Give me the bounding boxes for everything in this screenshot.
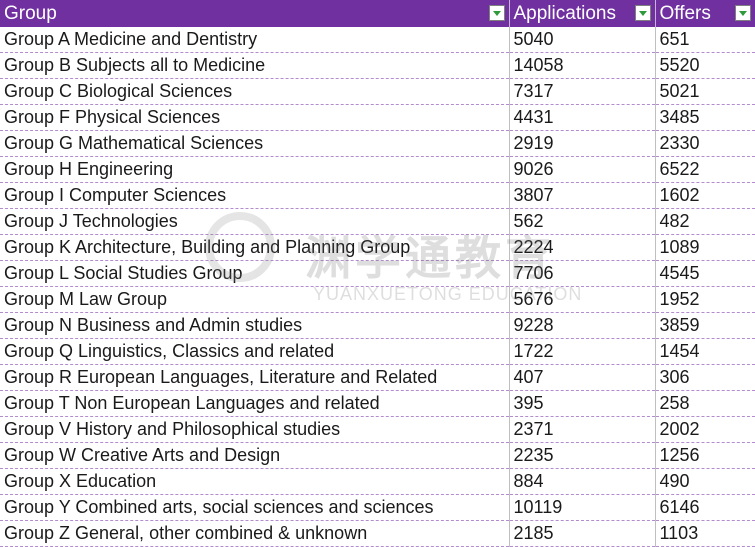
cell-applications[interactable]: 562 [509, 208, 656, 235]
cell-applications[interactable]: 2371 [509, 416, 656, 443]
cell-offers[interactable]: 3485 [655, 104, 755, 131]
cell-offers[interactable]: 2330 [655, 130, 755, 157]
cell-applications[interactable]: 1722 [509, 338, 656, 365]
table-row: Group X Education 884 490 [0, 468, 755, 495]
cell-applications[interactable]: 9228 [509, 312, 656, 339]
table-row: Group T Non European Languages and relat… [0, 390, 755, 417]
cell-group[interactable]: Group T Non European Languages and relat… [0, 390, 510, 417]
cell-group[interactable]: Group L Social Studies Group [0, 260, 510, 287]
table-row: Group Q Linguistics, Classics and relate… [0, 338, 755, 365]
cell-applications[interactable]: 5676 [509, 286, 656, 313]
table-row: Group L Social Studies Group 7706 4545 [0, 260, 755, 287]
filter-dropdown-icon[interactable] [634, 5, 651, 21]
cell-group[interactable]: Group J Technologies [0, 208, 510, 235]
table-row: Group K Architecture, Building and Plann… [0, 234, 755, 261]
cell-group[interactable]: Group X Education [0, 468, 510, 495]
cell-group[interactable]: Group N Business and Admin studies [0, 312, 510, 339]
cell-offers[interactable]: 1454 [655, 338, 755, 365]
cell-applications[interactable]: 2235 [509, 442, 656, 469]
filter-dropdown-icon[interactable] [735, 5, 751, 21]
column-header-offers[interactable]: Offers [655, 0, 755, 27]
table-row: Group C Biological Sciences 7317 5021 [0, 78, 755, 105]
table-row: Group B Subjects all to Medicine 14058 552… [0, 52, 755, 79]
data-table: Group Applications Offers Group A Medici… [0, 0, 755, 547]
cell-group[interactable]: Group A Medicine and Dentistry [0, 27, 510, 53]
table-row: Group A Medicine and Dentistry 5040 651 [0, 27, 755, 53]
cell-applications[interactable]: 407 [509, 364, 656, 391]
table-body: Group A Medicine and Dentistry 5040 651 Gro… [0, 27, 755, 547]
cell-offers[interactable]: 1103 [655, 520, 755, 547]
table-row: Group R European Languages, Literature a… [0, 364, 755, 391]
table-row: Group W Creative Arts and Design 2235 1256 [0, 442, 755, 469]
cell-applications[interactable]: 2224 [509, 234, 656, 261]
cell-offers[interactable]: 306 [655, 364, 755, 391]
cell-offers[interactable]: 3859 [655, 312, 755, 339]
cell-applications[interactable]: 395 [509, 390, 656, 417]
cell-offers[interactable]: 1256 [655, 442, 755, 469]
cell-applications[interactable]: 3807 [509, 182, 656, 209]
column-header-applications[interactable]: Applications [509, 0, 656, 27]
table-row: Group Z General, other combined & unknow… [0, 520, 755, 547]
cell-group[interactable]: Group V History and Philosophical studie… [0, 416, 510, 443]
table-row: Group J Technologies 562 482 [0, 208, 755, 235]
cell-group[interactable]: Group F Physical Sciences [0, 104, 510, 131]
cell-applications[interactable]: 7706 [509, 260, 656, 287]
cell-group[interactable]: Group K Architecture, Building and Plann… [0, 234, 510, 261]
cell-offers[interactable]: 651 [655, 27, 755, 53]
cell-offers[interactable]: 258 [655, 390, 755, 417]
cell-offers[interactable]: 5021 [655, 78, 755, 105]
cell-applications[interactable]: 7317 [509, 78, 656, 105]
column-header-group[interactable]: Group [0, 0, 510, 27]
cell-group[interactable]: Group H Engineering [0, 156, 510, 183]
cell-offers[interactable]: 1952 [655, 286, 755, 313]
cell-offers[interactable]: 482 [655, 208, 755, 235]
cell-group[interactable]: Group Z General, other combined & unknow… [0, 520, 510, 547]
table-row: Group G Mathematical Sciences 2919 2330 [0, 130, 755, 157]
cell-applications[interactable]: 5040 [509, 27, 656, 53]
cell-offers[interactable]: 4545 [655, 260, 755, 287]
column-header-label: Applications [513, 2, 616, 24]
cell-offers[interactable]: 1602 [655, 182, 755, 209]
cell-offers[interactable]: 5520 [655, 52, 755, 79]
table-row: Group F Physical Sciences 4431 3485 [0, 104, 755, 131]
cell-group[interactable]: Group M Law Group [0, 286, 510, 313]
cell-applications[interactable]: 4431 [509, 104, 656, 131]
column-header-label: Offers [659, 2, 711, 24]
cell-offers[interactable]: 6522 [655, 156, 755, 183]
cell-offers[interactable]: 2002 [655, 416, 755, 443]
cell-group[interactable]: Group Q Linguistics, Classics and relate… [0, 338, 510, 365]
header-row: Group Applications Offers [0, 0, 755, 27]
cell-applications[interactable]: 2919 [509, 130, 656, 157]
cell-applications[interactable]: 884 [509, 468, 656, 495]
cell-offers[interactable]: 6146 [655, 494, 755, 521]
cell-applications[interactable]: 9026 [509, 156, 656, 183]
table-row: Group N Business and Admin studies 9228 38… [0, 312, 755, 339]
table-row: Group V History and Philosophical studie… [0, 416, 755, 443]
table-row: Group I Computer Sciences 3807 1602 [0, 182, 755, 209]
cell-group[interactable]: Group C Biological Sciences [0, 78, 510, 105]
cell-group[interactable]: Group Y Combined arts, social sciences a… [0, 494, 510, 521]
cell-group[interactable]: Group G Mathematical Sciences [0, 130, 510, 157]
table-row: Group Y Combined arts, social sciences a… [0, 494, 755, 521]
filter-dropdown-icon[interactable] [488, 5, 505, 21]
cell-applications[interactable]: 2185 [509, 520, 656, 547]
table-row: Group M Law Group 5676 1952 [0, 286, 755, 313]
cell-group[interactable]: Group R European Languages, Literature a… [0, 364, 510, 391]
cell-group[interactable]: Group B Subjects all to Medicine [0, 52, 510, 79]
column-header-label: Group [4, 2, 57, 24]
cell-applications[interactable]: 14058 [509, 52, 656, 79]
table-row: Group H Engineering 9026 6522 [0, 156, 755, 183]
cell-group[interactable]: Group I Computer Sciences [0, 182, 510, 209]
cell-group[interactable]: Group W Creative Arts and Design [0, 442, 510, 469]
cell-applications[interactable]: 10119 [509, 494, 656, 521]
cell-offers[interactable]: 490 [655, 468, 755, 495]
cell-offers[interactable]: 1089 [655, 234, 755, 261]
